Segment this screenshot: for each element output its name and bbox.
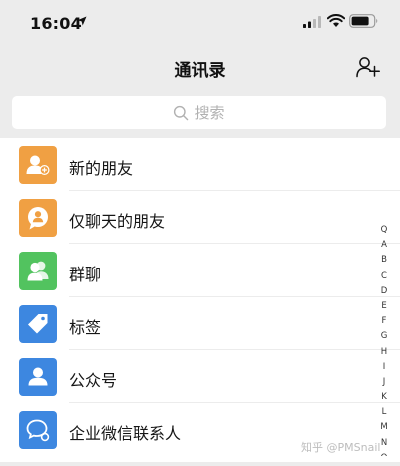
list-item-label: 标签 xyxy=(69,318,102,337)
index-letter[interactable]: F xyxy=(377,314,391,329)
battery-icon xyxy=(349,14,378,28)
chat-only-icon xyxy=(19,199,57,237)
list-item-label: 群聊 xyxy=(69,265,102,284)
page-title: 通讯录 xyxy=(174,61,226,81)
bottom-edge xyxy=(5,456,400,462)
list-item-label: 公众号 xyxy=(69,371,118,390)
index-letter[interactable]: Q xyxy=(377,223,391,238)
wecom-contact-icon xyxy=(19,411,57,449)
tag-icon xyxy=(19,305,57,343)
list-item-tags[interactable]: 标签 xyxy=(0,297,400,350)
contacts-list: 新的朋友 仅聊天的朋友 群聊 标签 公众号 企业微信联系人 xyxy=(0,138,400,462)
alphabet-index[interactable]: Q A B C D E F G H I J K L M N O xyxy=(377,223,391,466)
list-item-group-chats[interactable]: 群聊 xyxy=(0,244,400,297)
status-time: 16:04 xyxy=(30,14,82,33)
search-icon xyxy=(174,105,189,120)
group-chat-icon xyxy=(19,252,57,290)
watermark: 知乎 @PMSnail xyxy=(301,441,381,454)
new-friend-icon xyxy=(19,146,57,184)
index-letter[interactable]: D xyxy=(377,284,391,299)
index-letter[interactable]: E xyxy=(377,299,391,314)
index-letter[interactable]: M xyxy=(377,420,391,435)
index-letter[interactable]: G xyxy=(377,329,391,344)
cellular-signal-icon xyxy=(303,16,321,28)
search-placeholder: 搜索 xyxy=(194,104,225,122)
list-item-official-accounts[interactable]: 公众号 xyxy=(0,350,400,403)
list-item-label: 企业微信联系人 xyxy=(69,424,182,443)
list-item-label: 新的朋友 xyxy=(69,159,134,178)
index-letter[interactable]: C xyxy=(377,269,391,284)
add-contact-button[interactable] xyxy=(354,54,382,80)
index-letter[interactable]: B xyxy=(377,253,391,268)
index-letter[interactable]: H xyxy=(377,345,391,360)
index-letter[interactable]: K xyxy=(377,390,391,405)
list-item-new-friends[interactable]: 新的朋友 xyxy=(0,138,400,191)
nav-bar: 通讯录 xyxy=(0,44,400,90)
index-letter[interactable]: J xyxy=(377,375,391,390)
index-letter[interactable]: I xyxy=(377,360,391,375)
official-account-icon xyxy=(19,358,57,396)
search-bar[interactable]: 搜索 xyxy=(12,96,386,129)
status-bar: 16:04 xyxy=(0,0,400,44)
index-letter[interactable]: L xyxy=(377,405,391,420)
add-contact-icon xyxy=(356,57,380,78)
wifi-icon xyxy=(327,14,345,27)
list-item-label: 仅聊天的朋友 xyxy=(69,212,166,231)
index-letter[interactable]: A xyxy=(377,238,391,253)
list-item-chat-only-friends[interactable]: 仅聊天的朋友 xyxy=(0,191,400,244)
location-arrow-icon xyxy=(77,16,87,26)
